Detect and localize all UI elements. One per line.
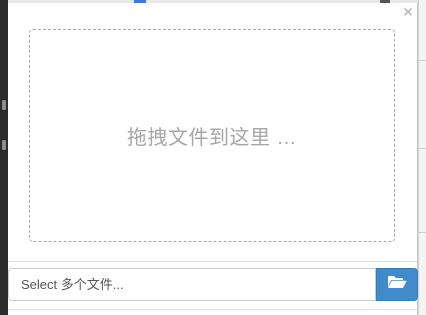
background-divider [419, 148, 426, 149]
drop-zone-label: 拖拽文件到这里 … [126, 127, 298, 149]
background-marker [2, 100, 6, 110]
background-right-panel [418, 0, 426, 315]
background-marker [2, 140, 6, 150]
file-caption-input[interactable]: Select 多个文件... [8, 268, 376, 301]
folder-open-icon [387, 274, 407, 295]
footer-divider [8, 309, 417, 310]
screen: × 拖拽文件到这里 … Select 多个文件... [0, 0, 426, 315]
divider [8, 261, 417, 262]
file-caption-placeholder: Select 多个文件... [21, 277, 124, 292]
background-divider [419, 60, 426, 61]
close-icon[interactable]: × [401, 5, 415, 21]
browse-button[interactable] [376, 268, 418, 301]
file-uploader: × 拖拽文件到这里 … Select 多个文件... [8, 3, 418, 315]
background-left-panel [0, 0, 8, 315]
drop-zone[interactable]: 拖拽文件到这里 … [29, 29, 395, 242]
background-divider [419, 232, 426, 233]
